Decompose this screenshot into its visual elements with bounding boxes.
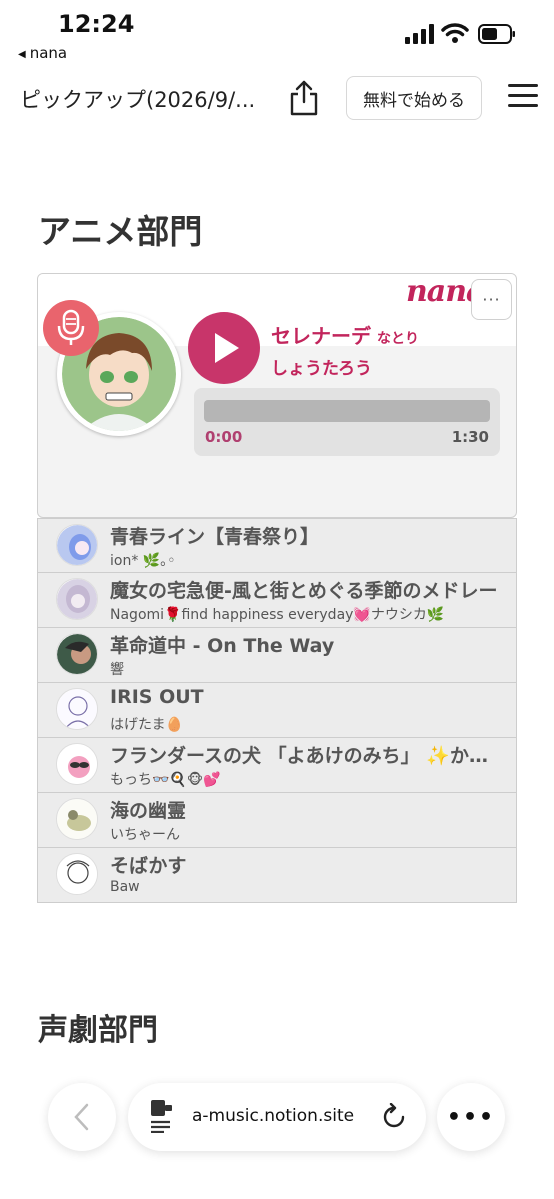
track-list: 青春ライン【青春祭り】 ion* 🌿｡◦ 魔女の宅急便-風と街とめぐる季節のメド… [37, 518, 517, 903]
song-title[interactable]: セレナーデ なとり [271, 320, 419, 349]
user-avatar [56, 578, 98, 620]
player-more-button[interactable]: ··· [471, 279, 512, 320]
track-user: いちゃーん [110, 827, 180, 843]
section-heading-voice-drama: 声劇部門 [38, 1013, 158, 1048]
current-time: 0:00 [205, 428, 243, 446]
track-user: ion* 🌿｡◦ [110, 553, 176, 569]
progress-panel: 0:00 1:30 [194, 388, 500, 456]
play-button[interactable] [188, 312, 260, 384]
duration: 1:30 [451, 428, 489, 446]
track-user: もっち👓🍳🐵💕 [110, 772, 221, 788]
url-text: a-music.notion.site [192, 1106, 355, 1126]
list-item[interactable]: フランダースの犬 「よあけのみち」 ✨かなで もっち👓🍳🐵💕 [37, 738, 517, 793]
track-title: そばかす [110, 855, 187, 877]
microphone-badge-icon [43, 300, 99, 356]
song-artist[interactable]: しょうたろう [271, 354, 372, 379]
list-item[interactable]: 魔女の宅急便-風と街とめぐる季節のメドレー Nagomi🌹find happin… [37, 573, 517, 628]
clock: 12:24 [58, 10, 135, 38]
user-avatar [56, 633, 98, 675]
browser-more-button[interactable]: ••• [437, 1083, 505, 1151]
page-menu-icon [151, 1100, 172, 1133]
play-icon [215, 333, 239, 363]
user-avatar [56, 688, 98, 730]
reload-icon[interactable] [380, 1103, 408, 1131]
audio-player: nana ··· セレナーデ なとり しょうたろう 0:00 1:30 [37, 273, 517, 518]
address-bar[interactable]: a-music.notion.site [128, 1083, 426, 1151]
track-user: Nagomi🌹find happiness everyday💓ナウシカ🌿 [110, 607, 445, 623]
list-item[interactable]: 海の幽霊 いちゃーん [37, 793, 517, 848]
song-title-suffix: なとり [377, 331, 419, 347]
page-header: ピックアップ(2026/9/... 無料で始める [0, 70, 554, 130]
song-title-text: セレナーデ [271, 324, 371, 348]
track-title: 革命道中 - On The Way [110, 635, 335, 657]
page-title: ピックアップ(2026/9/... [20, 88, 256, 112]
track-user: Baw [110, 879, 140, 895]
hamburger-menu-icon[interactable] [508, 84, 538, 112]
track-title: 魔女の宅急便-風と街とめぐる季節のメドレー [110, 580, 498, 602]
track-title: 青春ライン【青春祭り】 [110, 526, 320, 548]
user-avatar [56, 743, 98, 785]
list-item[interactable]: IRIS OUT はげたま🥚 [37, 683, 517, 738]
battery-icon [478, 24, 515, 44]
start-free-button[interactable]: 無料で始める [346, 76, 482, 120]
user-avatar [56, 798, 98, 840]
user-avatar [56, 524, 98, 566]
back-to-app-link[interactable]: ◀ nana [18, 44, 67, 62]
list-item[interactable]: そばかす Baw [37, 848, 517, 903]
back-app-label: nana [29, 44, 68, 62]
track-title: フランダースの犬 「よあけのみち」 ✨かなで [110, 745, 502, 767]
list-item[interactable]: 青春ライン【青春祭り】 ion* 🌿｡◦ [37, 518, 517, 573]
wifi-icon [441, 23, 469, 43]
user-avatar [56, 853, 98, 895]
cellular-signal-icon [405, 24, 434, 44]
browser-back-button[interactable] [48, 1083, 116, 1151]
nana-embed: nana ··· セレナーデ なとり しょうたろう 0:00 1:30 青春ライ… [37, 273, 517, 905]
track-user: 響 [110, 662, 124, 678]
track-title: 海の幽霊 [110, 800, 187, 822]
track-title: IRIS OUT [110, 686, 204, 708]
progress-bar[interactable] [204, 400, 490, 422]
section-heading-anime: アニメ部門 [38, 212, 203, 251]
track-user: はげたま🥚 [110, 717, 184, 733]
status-bar: 12:24 ◀ nana [0, 0, 554, 70]
list-item[interactable]: 革命道中 - On The Way 響 [37, 628, 517, 683]
chevron-left-icon [74, 1103, 89, 1131]
back-triangle-icon: ◀ [18, 49, 26, 60]
share-icon[interactable] [288, 80, 320, 116]
